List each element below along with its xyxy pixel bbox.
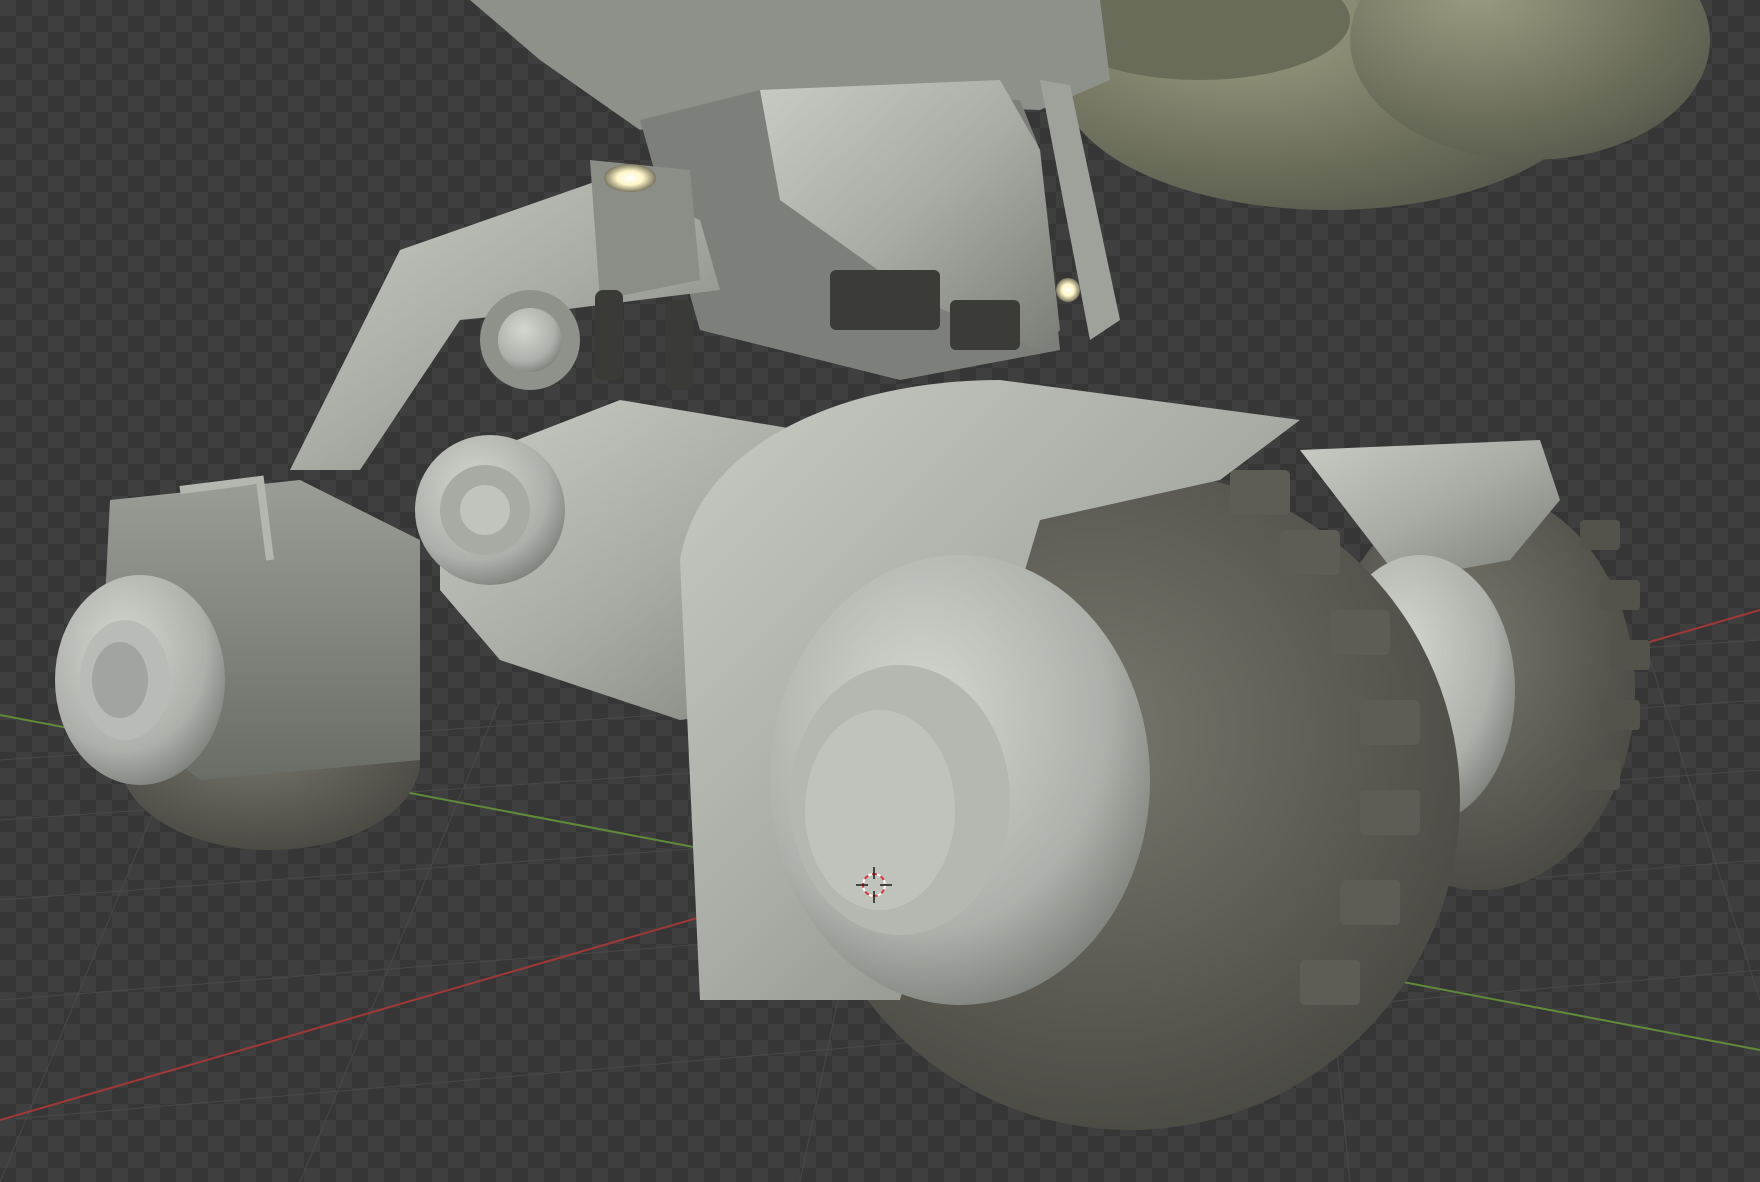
headlight-left (604, 164, 656, 192)
left-wheel (55, 475, 420, 850)
3d-viewport[interactable] (0, 0, 1760, 1182)
viewport-scene (0, 0, 1760, 1182)
headlight-right (1056, 278, 1080, 302)
upper-body-spheres (1050, 0, 1710, 210)
